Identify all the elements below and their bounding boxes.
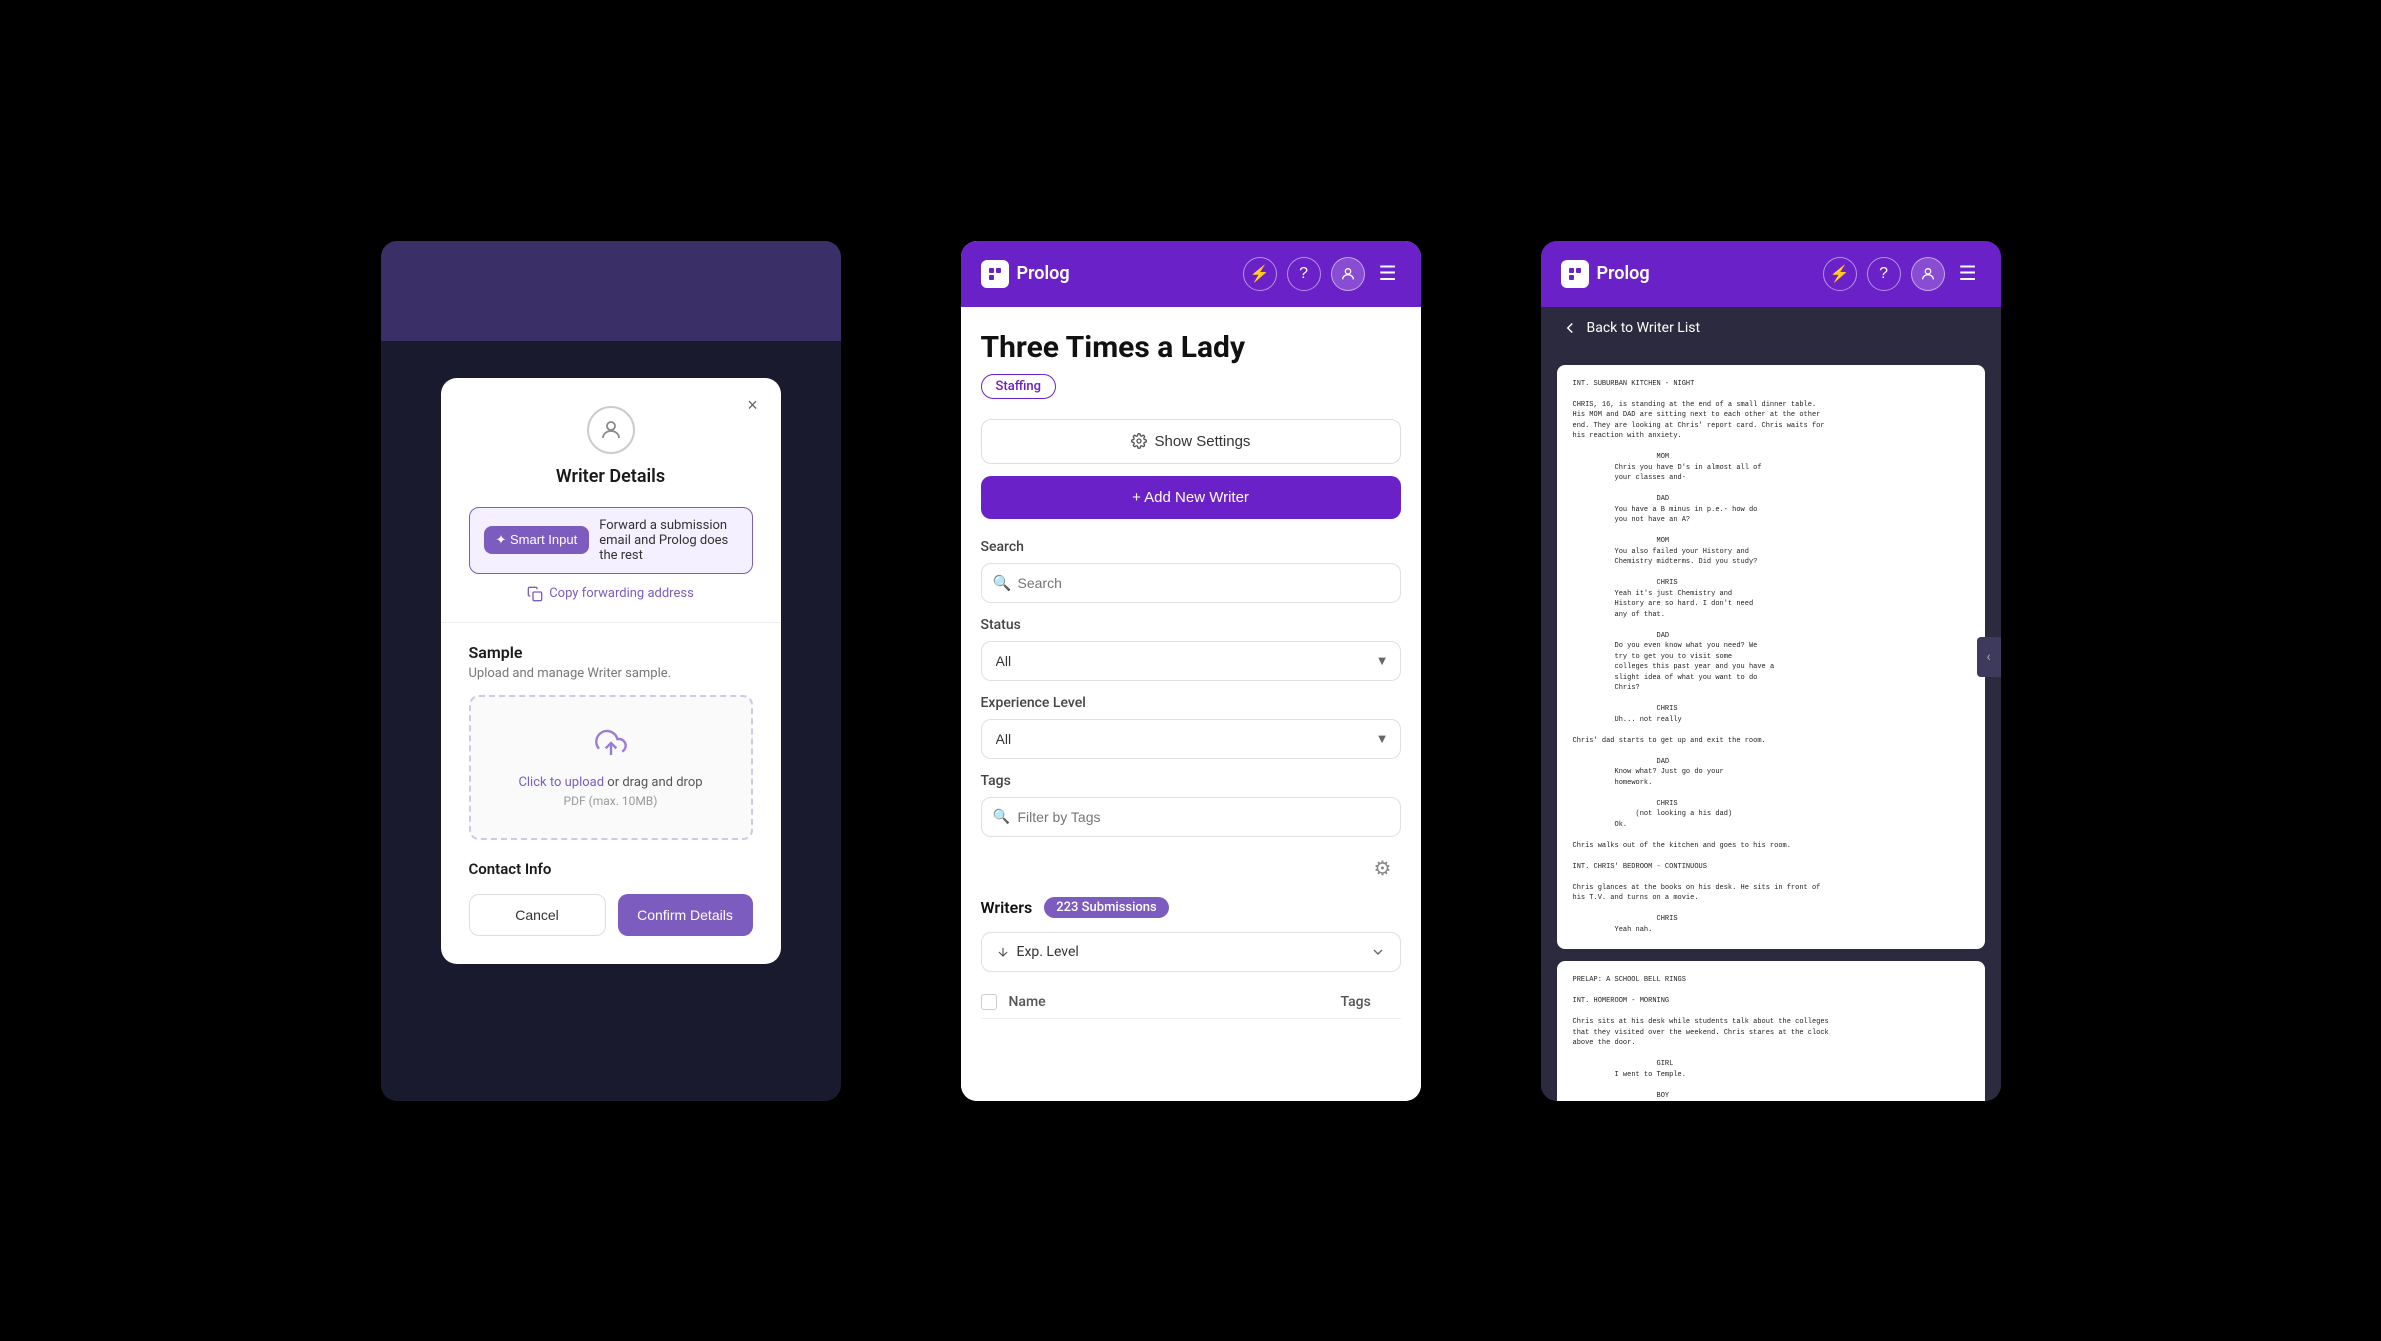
contact-info-title: Contact Info — [469, 860, 753, 878]
smart-input-button[interactable]: ✦ Smart Input — [484, 526, 590, 554]
exp-label: Experience Level — [981, 695, 1401, 711]
exp-level-filter-label: Exp. Level — [1017, 944, 1079, 960]
sample-section-title: Sample — [469, 643, 753, 662]
writers-label: Writers — [981, 898, 1033, 917]
logo-icon — [981, 260, 1009, 288]
back-link[interactable]: Back to Writer List — [1541, 307, 2001, 349]
close-button[interactable]: × — [739, 392, 767, 420]
search-icon: 🔍 — [993, 574, 1012, 592]
screen2-main-app: Prolog ⚡ ? ☰ Three Times a Lady Staffing — [961, 241, 1421, 1101]
add-writer-button[interactable]: + Add New Writer — [981, 476, 1401, 519]
screen3-menu-button[interactable]: ☰ — [1955, 257, 1981, 290]
show-settings-label: Show Settings — [1155, 433, 1251, 450]
app-content: Three Times a Lady Staffing Show Setting… — [961, 307, 1421, 1101]
divider — [441, 622, 781, 623]
status-select[interactable]: All — [981, 641, 1401, 681]
script-page-2-text: PRELAP: A SCHOOL BELL RINGS INT. HOMEROO… — [1573, 975, 1969, 1101]
status-select-wrap: All ▼ — [981, 641, 1401, 681]
screen3-header: Prolog ⚡ ? ☰ — [1541, 241, 2001, 307]
writer-details-modal: × Writer Details ✦ Smart Input Forward a… — [441, 378, 781, 964]
script-page-1: INT. SUBURBAN KITCHEN - NIGHT CHRIS, 16,… — [1557, 365, 1985, 950]
status-badge: Staffing — [981, 374, 1056, 399]
modal-title: Writer Details — [469, 466, 753, 487]
confirm-button[interactable]: Confirm Details — [618, 894, 753, 936]
script-page-2: PRELAP: A SCHOOL BELL RINGS INT. HOMEROO… — [1557, 961, 1985, 1101]
screen3-bolt-button[interactable]: ⚡ — [1823, 257, 1857, 291]
submissions-badge: 223 Submissions — [1044, 897, 1168, 918]
screen3-app-logo: Prolog — [1561, 260, 1650, 288]
header-icons: ⚡ ? ☰ — [1243, 257, 1401, 291]
upload-text: Click to upload or drag and drop — [491, 775, 731, 790]
screen3-app-name: Prolog — [1597, 263, 1650, 284]
collapse-arrow[interactable]: ‹ — [1977, 637, 2001, 677]
exp-level-filter-row[interactable]: Exp. Level — [981, 932, 1401, 972]
tags-label: Tags — [981, 773, 1401, 789]
smart-input-description: Forward a submission email and Prolog do… — [599, 518, 737, 563]
sample-section-sub: Upload and manage Writer sample. — [469, 666, 753, 681]
screen1-modal-container: × Writer Details ✦ Smart Input Forward a… — [381, 241, 841, 1101]
search-input-wrap: 🔍 — [981, 563, 1401, 603]
project-title: Three Times a Lady — [981, 331, 1401, 364]
table-header-checkbox[interactable] — [981, 994, 997, 1010]
screen3-header-icons: ⚡ ? ☰ — [1823, 257, 1981, 291]
bolt-button[interactable]: ⚡ — [1243, 257, 1277, 291]
menu-button[interactable]: ☰ — [1375, 257, 1401, 290]
app-header: Prolog ⚡ ? ☰ — [961, 241, 1421, 307]
settings-icon-area: ⚙ — [981, 851, 1401, 887]
exp-level-left: Exp. Level — [996, 944, 1079, 960]
app-logo: Prolog — [981, 260, 1070, 288]
search-section: Search 🔍 — [981, 539, 1401, 603]
upload-area[interactable]: Click to upload or drag and drop PDF (ma… — [469, 695, 753, 840]
search-label: Search — [981, 539, 1401, 555]
app-name: Prolog — [1017, 263, 1070, 284]
exp-select[interactable]: All — [981, 719, 1401, 759]
tags-filter-input[interactable] — [981, 797, 1401, 837]
add-writer-label: + Add New Writer — [1132, 489, 1249, 506]
smart-input-row: ✦ Smart Input Forward a submission email… — [469, 507, 753, 574]
tags-section: Tags 🔍 — [981, 773, 1401, 837]
copy-address-link[interactable]: Copy forwarding address — [469, 586, 753, 602]
tags-search-icon: 🔍 — [993, 809, 1010, 825]
gear-button[interactable]: ⚙ — [1365, 851, 1401, 887]
cancel-button[interactable]: Cancel — [469, 894, 606, 936]
screen3-logo-icon — [1561, 260, 1589, 288]
status-filter-section: Status All ▼ — [981, 617, 1401, 681]
show-settings-button[interactable]: Show Settings — [981, 419, 1401, 464]
screen3-content: INT. SUBURBAN KITCHEN - NIGHT CHRIS, 16,… — [1541, 349, 2001, 1101]
writers-header: Writers 223 Submissions — [981, 897, 1401, 918]
back-arrow-icon — [1561, 319, 1579, 337]
table-header: Name Tags — [981, 986, 1401, 1019]
modal-footer: Cancel Confirm Details — [469, 894, 753, 936]
screen3-help-button[interactable]: ? — [1867, 257, 1901, 291]
status-label: Status — [981, 617, 1401, 633]
upload-icon — [491, 727, 731, 767]
table-col-name: Name — [1009, 994, 1329, 1010]
avatar-button[interactable] — [1331, 257, 1365, 291]
tags-filter-wrap: 🔍 — [981, 797, 1401, 837]
exp-level-arrow-icon — [1370, 944, 1386, 960]
click-to-upload-link[interactable]: Click to upload — [518, 775, 604, 790]
table-col-tags: Tags — [1341, 994, 1401, 1010]
copy-address-label: Copy forwarding address — [549, 586, 694, 601]
screen3-script-viewer: Prolog ⚡ ? ☰ Back to Writer List — [1541, 241, 2001, 1101]
script-page-1-text: INT. SUBURBAN KITCHEN - NIGHT CHRIS, 16,… — [1573, 379, 1969, 936]
help-button[interactable]: ? — [1287, 257, 1321, 291]
search-input[interactable] — [981, 563, 1401, 603]
back-link-label: Back to Writer List — [1587, 320, 1701, 336]
screen3-avatar-button[interactable] — [1911, 257, 1945, 291]
upload-hint: PDF (max. 10MB) — [491, 794, 731, 808]
exp-filter-section: Experience Level All ▼ — [981, 695, 1401, 759]
avatar-icon — [587, 406, 635, 454]
screen1-bg — [381, 241, 841, 341]
exp-select-wrap: All ▼ — [981, 719, 1401, 759]
